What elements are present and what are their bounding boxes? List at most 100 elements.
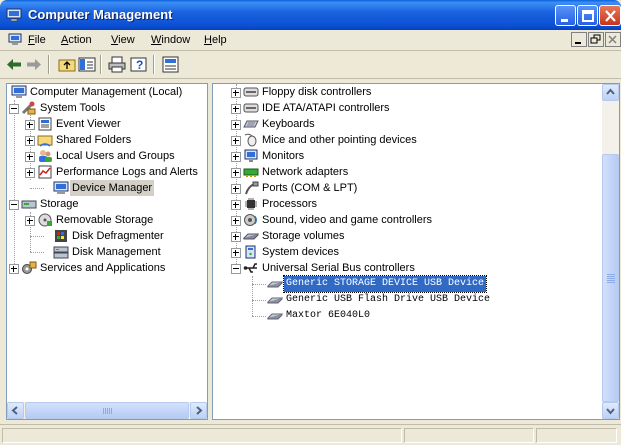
mouse-icon: [244, 133, 257, 147]
tree-item-performance-logs-and-alerts[interactable]: Performance Logs and Alerts: [25, 164, 207, 180]
expand-toggle[interactable]: [231, 216, 241, 226]
back-arrow-icon[interactable]: [5, 56, 23, 73]
tree-item-shared-folders[interactable]: Shared Folders: [25, 132, 207, 148]
scroll-left-button[interactable]: [7, 402, 24, 419]
users-icon: [39, 150, 52, 162]
collapse-toggle[interactable]: [9, 200, 19, 210]
maximize-button[interactable]: [577, 5, 598, 26]
device-category-ports[interactable]: Ports (COM & LPT): [231, 180, 601, 196]
expand-toggle[interactable]: [25, 120, 35, 130]
expand-toggle[interactable]: [9, 264, 19, 274]
device-category-monitors[interactable]: Monitors: [231, 148, 601, 164]
expand-toggle[interactable]: [231, 88, 241, 98]
tree-line: [252, 300, 266, 301]
help-icon[interactable]: ?: [130, 56, 148, 73]
monitor-icon: [244, 149, 258, 162]
expand-toggle[interactable]: [231, 120, 241, 130]
expand-toggle[interactable]: [25, 152, 35, 162]
right-vertical-scrollbar[interactable]: [602, 84, 619, 419]
menu-help[interactable]: Help: [204, 34, 227, 46]
performance-icon: [38, 165, 52, 179]
mdi-minimize-button[interactable]: [571, 32, 587, 47]
menu-action[interactable]: Action: [61, 34, 92, 46]
expand-toggle[interactable]: [231, 152, 241, 162]
expand-toggle[interactable]: [231, 200, 241, 210]
forward-arrow-icon[interactable]: [25, 56, 43, 73]
mdi-restore-button[interactable]: [588, 32, 604, 47]
device-category-usb-controllers[interactable]: Universal Serial Bus controllers: [231, 260, 601, 276]
device-category-mice[interactable]: Mice and other pointing devices: [231, 132, 601, 148]
port-icon: [245, 181, 259, 195]
expand-toggle[interactable]: [25, 168, 35, 178]
ide-controller-icon: [243, 103, 259, 113]
tree-item-services-and-applications[interactable]: Services and Applications: [9, 260, 207, 276]
minimize-icon: [561, 19, 568, 22]
expand-toggle[interactable]: [231, 248, 241, 258]
mdi-close-button[interactable]: [605, 32, 621, 47]
device-tree-pane[interactable]: Floppy disk controllers IDE ATA/ATAPI co…: [212, 83, 620, 420]
expand-toggle[interactable]: [231, 136, 241, 146]
tree-item-device-manager[interactable]: Device Manager: [41, 180, 207, 196]
toolbar: ?: [0, 51, 621, 79]
menu-window[interactable]: Window: [151, 34, 190, 46]
device-generic-usb-flash-drive[interactable]: Generic USB Flash Drive USB Device: [267, 292, 607, 308]
system-menu-icon[interactable]: [8, 33, 22, 46]
scroll-right-button[interactable]: [190, 402, 207, 419]
vertical-scroll-thumb[interactable]: [602, 154, 619, 402]
scroll-down-button[interactable]: [602, 402, 619, 419]
expand-toggle[interactable]: [231, 104, 241, 114]
up-folder-icon[interactable]: [58, 56, 76, 73]
status-bar: [0, 424, 621, 445]
services-icon: [22, 261, 37, 274]
device-category-processors[interactable]: Processors: [231, 196, 601, 212]
tree-item-storage[interactable]: Storage: [9, 196, 207, 212]
tree-item-disk-management[interactable]: Disk Management: [41, 244, 207, 260]
device-manager-icon: [53, 181, 69, 194]
collapse-toggle[interactable]: [9, 104, 19, 114]
tree-item-system-tools[interactable]: System Tools: [9, 100, 207, 116]
title-bar[interactable]: Computer Management: [0, 0, 621, 30]
network-adapter-icon: [243, 168, 259, 177]
close-icon: [605, 10, 616, 22]
drive-icon: [267, 297, 283, 304]
device-category-network-adapters[interactable]: Network adapters: [231, 164, 601, 180]
console-tree-pane[interactable]: Computer Management (Local) System Tools…: [6, 83, 208, 420]
menu-file[interactable]: File: [28, 34, 46, 46]
expand-toggle[interactable]: [25, 136, 35, 146]
tree-item-local-users-and-groups[interactable]: Local Users and Groups: [25, 148, 207, 164]
device-category-system-devices[interactable]: System devices: [231, 244, 601, 260]
print-icon[interactable]: [108, 56, 126, 73]
expand-toggle[interactable]: [231, 168, 241, 178]
collapse-toggle[interactable]: [231, 264, 241, 274]
device-maxtor[interactable]: Maxtor 6E040L0: [267, 308, 607, 324]
expand-toggle[interactable]: [25, 216, 35, 226]
tree-line: [252, 284, 266, 285]
device-category-sound-video-game[interactable]: Sound, video and game controllers: [231, 212, 601, 228]
tree-item-event-viewer[interactable]: Event Viewer: [25, 116, 207, 132]
computer-icon: [11, 85, 27, 98]
show-hide-console-tree-icon[interactable]: [78, 56, 96, 73]
tree-item-computer-management[interactable]: Computer Management (Local): [9, 84, 207, 100]
device-category-keyboards[interactable]: Keyboards: [231, 116, 601, 132]
scroll-grip: [103, 408, 112, 414]
expand-toggle[interactable]: [231, 232, 241, 242]
left-horizontal-scrollbar[interactable]: [7, 402, 207, 419]
minimize-button[interactable]: [555, 5, 576, 26]
removable-storage-icon: [38, 213, 52, 227]
disk-management-icon: [53, 246, 69, 259]
expand-toggle[interactable]: [231, 184, 241, 194]
menu-view[interactable]: View: [111, 34, 135, 46]
device-category-storage-volumes[interactable]: Storage volumes: [231, 228, 601, 244]
device-category-floppy-disk-controllers[interactable]: Floppy disk controllers: [231, 84, 601, 100]
close-button[interactable]: [599, 5, 621, 26]
properties-icon[interactable]: [162, 56, 180, 73]
tree-item-disk-defragmenter[interactable]: Disk Defragmenter: [41, 228, 207, 244]
device-category-ide-controllers[interactable]: IDE ATA/ATAPI controllers: [231, 100, 601, 116]
tree-item-removable-storage[interactable]: Removable Storage: [25, 212, 207, 228]
menu-bar: File Action View Window Help: [0, 30, 621, 51]
horizontal-scroll-thumb[interactable]: [25, 402, 189, 419]
device-generic-storage-device[interactable]: Generic STORAGE DEVICE USB Device: [267, 275, 607, 293]
minimize-icon: [575, 42, 581, 44]
usb-icon: [243, 263, 257, 273]
scroll-up-button[interactable]: [602, 84, 619, 101]
